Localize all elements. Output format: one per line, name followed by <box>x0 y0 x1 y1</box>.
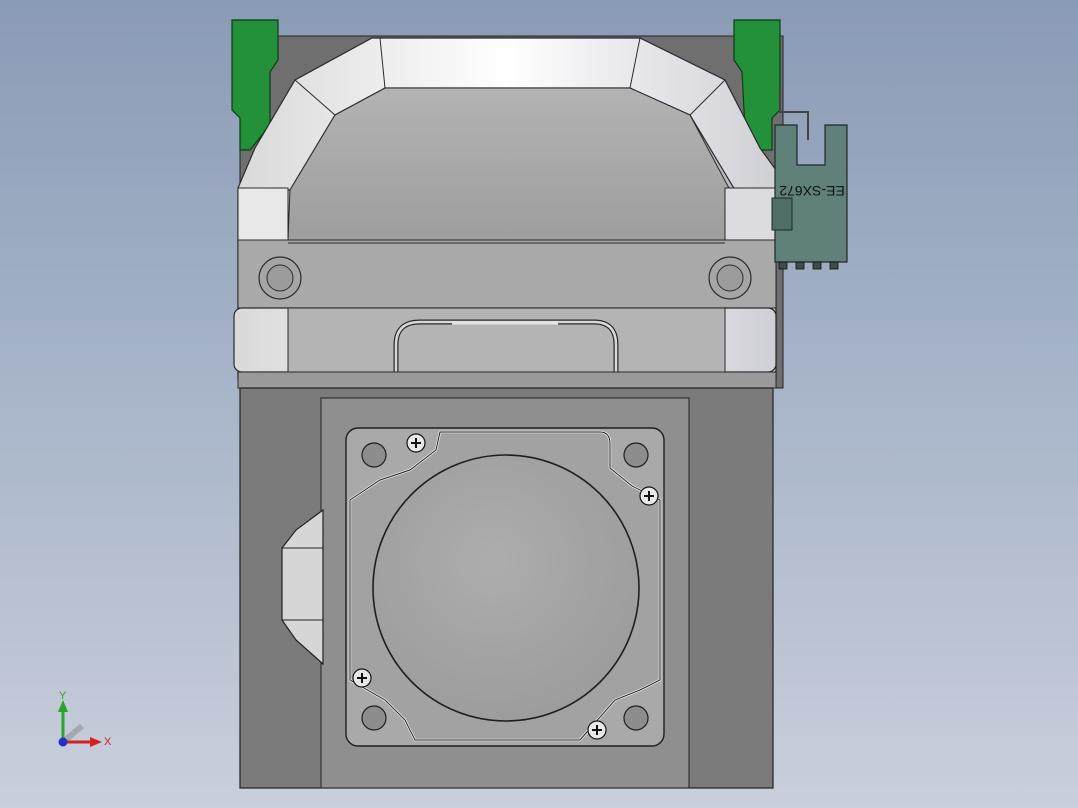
y-axis-label: Y <box>59 690 67 702</box>
axis-triad[interactable]: Y X <box>58 690 112 748</box>
top-face <box>287 87 731 241</box>
corner-hole <box>361 442 387 468</box>
corner-hole <box>623 442 649 468</box>
model-view[interactable]: EE-SX672 Y X <box>0 0 1078 808</box>
mid-band <box>237 239 777 309</box>
corner-hole <box>361 705 387 731</box>
screw <box>639 486 659 506</box>
cad-viewport[interactable]: EE-SX672 Y X <box>0 0 1078 808</box>
x-axis-label: X <box>104 736 112 748</box>
screw <box>587 720 607 740</box>
body-foot <box>237 371 777 389</box>
corner-hole <box>623 705 649 731</box>
lower-face <box>287 307 726 373</box>
z-axis-dot <box>58 737 68 747</box>
x-axis-arrow <box>90 737 102 747</box>
mount-hole-left-inner <box>266 264 294 292</box>
motor-shaft-disc <box>372 454 640 722</box>
sensor-pins <box>778 261 839 270</box>
screw <box>406 433 426 453</box>
sensor-tab <box>771 197 793 231</box>
left-post <box>237 187 289 244</box>
sensor-label: EE-SX672 <box>779 183 845 199</box>
right-post <box>724 187 777 244</box>
mount-hole-right-inner <box>716 264 744 292</box>
screw <box>352 668 372 688</box>
